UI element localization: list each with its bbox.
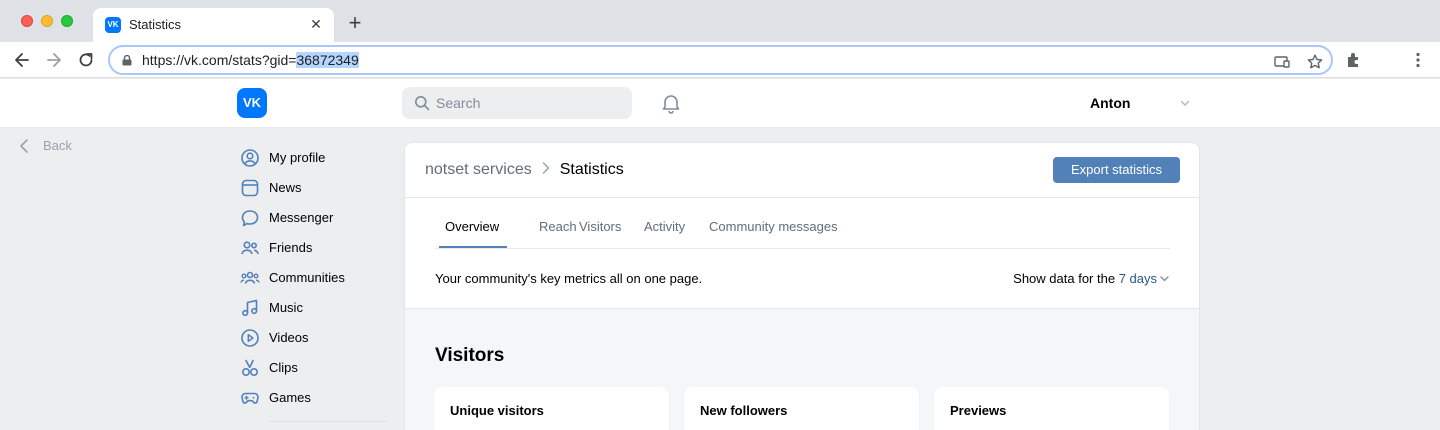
user-icon: [241, 149, 259, 167]
sidebar-item-label: Clips: [269, 360, 298, 375]
sidebar-divider: [268, 421, 388, 422]
metric-card-title: Unique visitors: [450, 403, 544, 418]
back-label: Back: [43, 138, 72, 153]
chevron-left-icon: [20, 139, 28, 153]
sidebar-item-label: Messenger: [269, 210, 334, 225]
bookmark-star-icon[interactable]: [1306, 53, 1324, 71]
metric-card-new-followers[interactable]: New followers: [684, 387, 919, 430]
browser-tab[interactable]: VK Statistics ✕: [93, 8, 334, 42]
key-metrics-description: Your community's key metrics all on one …: [435, 271, 703, 286]
user-name[interactable]: Anton: [1090, 95, 1130, 111]
sidebar-item-music[interactable]: Music: [238, 296, 388, 326]
site-header: VK Anton: [0, 79, 1440, 128]
new-tab-button[interactable]: +: [344, 12, 366, 34]
sidebar-item-games[interactable]: Games: [238, 386, 388, 416]
breadcrumb-parent-link[interactable]: notset services: [425, 161, 532, 178]
left-sidebar: My profile News Messenger Friends Commun…: [238, 146, 388, 416]
tab-activity[interactable]: Activity: [644, 219, 685, 234]
browser-toolbar: https://vk.com/stats?gid=36872349: [0, 42, 1440, 78]
metric-card-title: New followers: [700, 403, 788, 418]
browser-tab-bar: VK Statistics ✕ +: [0, 0, 1440, 42]
forward-arrow-icon[interactable]: [44, 50, 64, 70]
sidebar-item-videos[interactable]: Videos: [238, 326, 388, 356]
sidebar-item-label: Music: [269, 300, 303, 315]
tab-community-messages[interactable]: Community messages: [709, 219, 838, 234]
search-box[interactable]: [402, 87, 632, 119]
tab-reach[interactable]: Reach: [539, 219, 577, 234]
tab-title: Statistics: [129, 17, 182, 32]
section-title: Visitors: [435, 345, 505, 366]
back-arrow-icon[interactable]: [12, 50, 32, 70]
url-text[interactable]: https://vk.com/stats?gid=36872349: [142, 52, 359, 68]
metric-card-title: Previews: [950, 403, 1007, 418]
vk-logo[interactable]: VK: [237, 88, 267, 118]
statistics-panel: notset services Statistics Export statist…: [404, 142, 1200, 430]
lock-icon[interactable]: [122, 55, 132, 66]
sidebar-item-label: Videos: [269, 330, 309, 345]
statistics-tabs: Overview Reach Visitors Activity Communi…: [435, 213, 1170, 249]
tab-close-icon[interactable]: ✕: [308, 16, 324, 32]
tab-overview[interactable]: Overview: [445, 219, 499, 234]
video-icon: [241, 329, 259, 347]
chevron-right-icon: [542, 162, 549, 174]
minimize-window-button[interactable]: [41, 15, 53, 27]
header-divider: [405, 197, 1199, 198]
sidebar-item-communities[interactable]: Communities: [238, 266, 388, 296]
sidebar-item-label: Games: [269, 390, 311, 405]
notifications-bell-icon[interactable]: [660, 92, 682, 114]
sidebar-item-messenger[interactable]: Messenger: [238, 206, 388, 236]
period-selector[interactable]: Show data for the 7 days: [1013, 271, 1169, 286]
browser-menu-icon[interactable]: [1408, 50, 1428, 70]
page-title: Statistics: [559, 161, 624, 178]
metric-card-unique-visitors[interactable]: Unique visitors: [434, 387, 669, 430]
tab-visitors[interactable]: Visitors: [579, 219, 621, 234]
search-input[interactable]: [436, 87, 626, 119]
music-icon: [242, 299, 258, 317]
sidebar-item-label: My profile: [269, 150, 326, 165]
cast-icon[interactable]: [1273, 53, 1291, 71]
maximize-window-button[interactable]: [61, 15, 73, 27]
news-icon: [241, 179, 259, 197]
export-statistics-button[interactable]: Export statistics: [1053, 157, 1180, 183]
friends-icon: [241, 241, 259, 255]
message-icon: [241, 210, 259, 227]
communities-icon: [240, 271, 260, 284]
show-data-label: Show data for the: [1013, 271, 1116, 286]
sidebar-item-label: Friends: [269, 240, 313, 255]
chevron-down-icon[interactable]: [1179, 97, 1191, 109]
sidebar-item-news[interactable]: News: [238, 176, 388, 206]
extensions-puzzle-icon[interactable]: [1344, 50, 1364, 70]
sidebar-item-friends[interactable]: Friends: [238, 236, 388, 266]
metric-card-previews[interactable]: Previews: [934, 387, 1169, 430]
url-selected-id: 36872349: [296, 52, 359, 68]
period-value[interactable]: 7 days: [1119, 271, 1157, 286]
sidebar-item-clips[interactable]: Clips: [238, 356, 388, 386]
breadcrumb: notset services Statistics: [425, 161, 624, 181]
url-prefix: https://vk.com/stats?gid=: [142, 52, 297, 68]
sidebar-item-label: Communities: [269, 270, 345, 285]
vk-favicon-icon: VK: [105, 17, 121, 33]
sidebar-item-label: News: [269, 180, 302, 195]
sidebar-item-my-profile[interactable]: My profile: [238, 146, 388, 176]
close-window-button[interactable]: [21, 15, 33, 27]
active-tab-indicator: [439, 246, 507, 248]
search-icon: [415, 96, 430, 111]
games-icon: [241, 392, 259, 404]
clips-icon: [241, 359, 259, 377]
address-bar[interactable]: https://vk.com/stats?gid=36872349: [108, 45, 1333, 75]
reload-icon[interactable]: [76, 50, 96, 70]
chevron-down-icon: [1160, 276, 1169, 282]
